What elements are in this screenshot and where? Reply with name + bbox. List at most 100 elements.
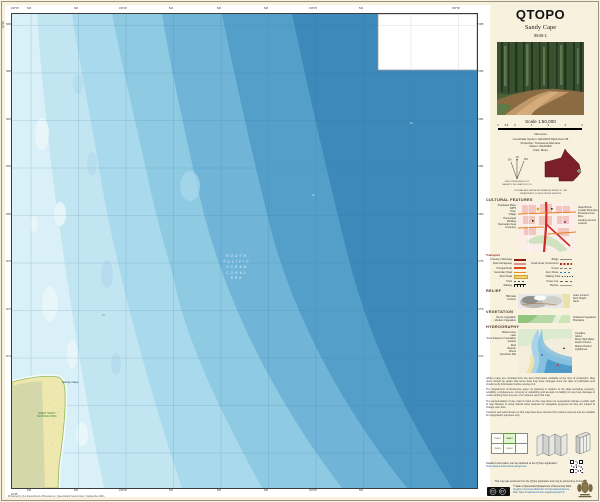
legend-label: Ferry Route (526, 271, 561, 274)
adjoining-sheet-cell: 9548-3 (492, 444, 504, 454)
cc-by-badge: CC BY (487, 487, 510, 496)
map-folding-diagram (535, 431, 569, 456)
national-park-label: GREAT SANDY NATIONAL PARK (30, 412, 64, 418)
land-sandy-cape (12, 376, 65, 488)
ocean-name-label: SOUTH PACIFIC OCEAN CORAL SEA (197, 254, 277, 282)
disclaimer-paragraph: Contours and relief shown on this map ha… (486, 411, 595, 417)
map-location-dot (578, 170, 581, 173)
legend-label: Freeway / Motorway (485, 258, 514, 261)
road-swatch (514, 272, 526, 274)
qld-coat-of-arms (576, 479, 594, 498)
legend-label: Foreshore Flat (485, 353, 516, 356)
road-swatch (560, 263, 572, 264)
lon-label-top: 153°25' (309, 7, 317, 10)
cultural-right-labels: State Border Locality Boundary Protected… (578, 206, 598, 225)
legend-label: Road Under Construction (526, 262, 561, 265)
scale-label: Scale 1:50,000 (483, 119, 598, 124)
legend-label: Tunnel (526, 267, 561, 270)
legend-label: Pipeline (526, 284, 561, 287)
sidebar: QTOPO Sandy Cape 9548-1 (483, 0, 598, 502)
qtopo-map-sheet: 518 520 153°20' 524 526 528 153°25' 532 … (0, 0, 600, 502)
relief-right-labels: Index Contour Spot Height Sand (573, 294, 598, 303)
road-swatch (560, 272, 572, 273)
hydrography-heading: HYDROGRAPHY (486, 325, 519, 329)
folded-map-diagram (573, 430, 593, 456)
datum-note: FOR MAP AND DATUM INFORMATION REFER TO T… (483, 190, 598, 192)
legend-label: Power Line (526, 280, 561, 283)
legend-label: Principal Road (485, 267, 514, 270)
scale-bar: 1 0.5 0 1 2 3 4 (498, 128, 582, 131)
app-url: https://qtopo.information.qld.gov.au (486, 465, 566, 468)
legend-label: Bridge (526, 258, 561, 261)
park-label-line: NATIONAL PARK (30, 415, 64, 418)
qr-code (569, 459, 584, 474)
relief-heading: RELIEF (486, 289, 501, 293)
north-arrows-diagram: TN GN MN (503, 155, 531, 181)
disclaimer-text: QTopo maps are compiled from the best in… (486, 377, 595, 419)
relief-sample (518, 294, 570, 308)
adjoining-sheet-cell-current: 9548-1 (504, 434, 516, 444)
svg-text:MN: MN (524, 158, 528, 161)
transport-row: Railway Pipeline (485, 283, 597, 287)
legend-label: Railway (485, 284, 514, 287)
copyright-block: © State of Queensland (Department of Res… (513, 486, 573, 495)
legend-label: Walking Track (528, 275, 563, 278)
legend-label: Minor Road (485, 275, 514, 278)
disclaimer-paragraph: QTopo maps are compiled from the best in… (486, 377, 595, 386)
corner-coordinate: 153°30' (452, 7, 460, 10)
ocean-name-line: SEA (197, 276, 277, 282)
bathymetry-map (12, 14, 477, 488)
adjoining-sheet-cell (516, 444, 528, 454)
depth-sounding: 32 (312, 194, 315, 197)
vegetation-heading: VEGETATION (486, 310, 513, 314)
cultural-sample-map (518, 202, 576, 252)
road-swatch (514, 263, 526, 265)
licence-url: Web: https://creativecommons.org/license… (513, 492, 573, 495)
production-credit: Produced by the Department of Resources,… (8, 495, 105, 498)
corner-coordinate: 24°30' (2, 21, 5, 28)
magnetic-declination-note: MAGNETIC DECLINATION 11.2°E (487, 184, 547, 186)
queensland-locator-map (543, 149, 585, 187)
legend-label: Lighthouse (575, 348, 598, 351)
hydrography-sample (518, 329, 572, 373)
vegetation-left-labels: Dense Vegetation Medium Vegetation (485, 316, 516, 322)
legend-label: Cemetery (485, 226, 516, 229)
scale-number: 0 (514, 124, 515, 127)
svg-text:CC: CC (491, 490, 496, 494)
grid-label-top: 528 (264, 7, 268, 10)
adjoining-sheet-cell (516, 434, 528, 444)
legend-label: Medium Vegetation (485, 319, 516, 322)
relief-left-labels: Hillshade Contour (485, 295, 516, 301)
road-swatch (514, 284, 526, 287)
grid-label-top: 526 (217, 7, 221, 10)
qtopo-app-note: Detailed information can be obtained at … (486, 462, 566, 469)
cultural-features-heading: CULTURAL FEATURES (486, 198, 533, 202)
scale-number: 1 (497, 124, 498, 127)
hydrography-right-labels: Coastline Island Mean High Water Depth C… (575, 332, 598, 351)
grid-label-top: 518 (27, 7, 31, 10)
grid-label-top: 532 (359, 7, 363, 10)
legend-label: Plantation (573, 319, 598, 322)
sheet-number: 9548-1 (483, 33, 598, 38)
transport-heading: Transport (486, 253, 500, 257)
svg-text:TN: TN (515, 156, 518, 159)
depth-sounding: 50 (410, 122, 413, 125)
road-swatch (514, 267, 526, 269)
adjoining-sheet-cell: 9548-2 (504, 444, 516, 454)
legend-label: Contour (485, 298, 516, 301)
grid-convergence-note: GRID CONVERGENCE 0°12' (487, 181, 547, 183)
road-swatch (514, 275, 528, 279)
legend-label: Dual Carriageway (485, 262, 514, 265)
vegetation-right-labels: Scattered Vegetation Plantation (573, 316, 598, 322)
depth-sounding: 15 (102, 314, 105, 317)
transport-legend: Freeway / Motorway Bridge Dual Carriagew… (485, 258, 597, 288)
datum-note: DEPARTMENT OF RESOURCES WEBSITE (483, 193, 598, 195)
adjoining-sheet-cell: 9548-4 (492, 434, 504, 444)
scale-number: 3 (564, 124, 565, 127)
disclaimer-paragraph: The Department of Resources gives no war… (486, 388, 595, 397)
sheet-title: Sandy Cape (483, 24, 598, 31)
no-data-inset (378, 14, 477, 70)
road-swatch (560, 281, 572, 282)
map-series-title: QTOPO (483, 7, 598, 22)
scale-number: 2 (548, 124, 549, 127)
